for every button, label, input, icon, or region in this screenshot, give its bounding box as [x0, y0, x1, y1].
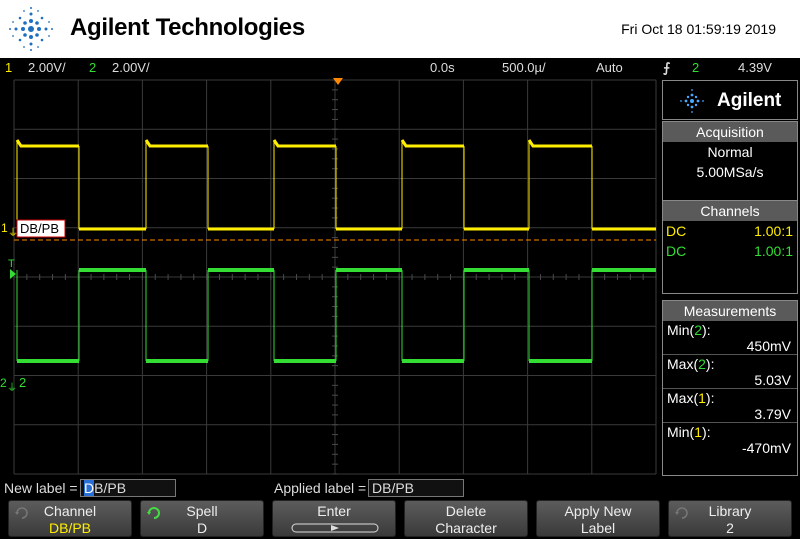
softkey-line2: D — [196, 520, 208, 536]
measurements-title: Measurements — [663, 301, 797, 321]
agilent-small-logo-icon — [680, 89, 704, 113]
measurement-value: 5.03V — [754, 372, 791, 388]
measurement-value: -470mV — [741, 440, 791, 456]
new-label-rest: B/PB — [94, 480, 127, 496]
measurement-item: Max(2): 5.03V — [663, 355, 797, 389]
softkey-line1: Library — [708, 503, 752, 519]
trigger-source[interactable]: 2 — [692, 60, 699, 75]
ch2-waveform-edges — [16, 270, 593, 361]
trigger-marker-t[interactable]: T — [8, 258, 15, 270]
applied-label-field: DB/PB — [368, 479, 464, 497]
softkey-apply-new-label[interactable]: Apply New Label — [536, 500, 660, 537]
ch2-probe: 1.00:1 — [754, 243, 793, 259]
trigger-level[interactable]: 4.39V — [738, 60, 772, 75]
side-panel: Agilent Acquisition Normal 5.00MSa/s Cha… — [660, 78, 800, 476]
softkey-line2: 2 — [726, 520, 734, 536]
ch1-ground-icon: ⏚ — [8, 227, 18, 239]
ch1-ground-marker[interactable]: 1 — [1, 221, 8, 235]
ch1-label[interactable]: DB/PB — [20, 221, 59, 236]
datetime: Fri Oct 18 01:59:19 2019 — [621, 21, 776, 37]
softkey-line1: Channel — [43, 503, 97, 519]
enter-arrow-icon — [291, 523, 379, 533]
applied-label-value: DB/PB — [372, 480, 415, 496]
trigger-mode[interactable]: Auto — [596, 60, 623, 75]
measurement-item: Max(1): 3.79V — [663, 389, 797, 423]
measurement-value: 450mV — [746, 338, 791, 354]
measurement-name: Max(1): — [667, 390, 715, 406]
softkey-line2: DB/PB — [48, 520, 91, 536]
ch2-number[interactable]: 2 — [89, 60, 96, 75]
status-bar: 1 2.00V/ 2 2.00V/ 0.0s 500.0µ/ Auto ⨍ 2 … — [0, 58, 800, 78]
time-delay[interactable]: 0.0s — [430, 60, 455, 75]
softkey-line1: Enter — [317, 503, 351, 519]
softkey-enter[interactable]: Enter — [272, 500, 396, 537]
label-cursor: D — [84, 480, 95, 496]
waveform-display[interactable]: DB/PB 1 ⏚ T 2 ⏚ 2 — [0, 78, 660, 476]
time-scale[interactable]: 500.0µ/ — [502, 60, 546, 75]
softkey-line2: Label — [580, 520, 616, 536]
ch2-ground-marker[interactable]: 2 — [0, 376, 7, 390]
agilent-spark-logo-icon — [9, 7, 53, 51]
acquisition-rate: 5.00MSa/s — [696, 164, 764, 180]
measurement-item: Min(1): -470mV — [663, 423, 797, 457]
channel-row-1: DC 1.00:1 — [663, 221, 797, 241]
trigger-edge-icon: ⨍ — [663, 60, 671, 75]
softkey-bar: Channel DB/PB Spell D Enter Delete Chara… — [0, 498, 800, 539]
ch1-probe: 1.00:1 — [754, 223, 793, 239]
new-label-caption: New label = — [4, 480, 78, 496]
new-label-field[interactable]: DB/PB — [80, 479, 176, 497]
softkey-library[interactable]: Library 2 — [668, 500, 792, 537]
ch2-scale[interactable]: 2.00V/ — [112, 60, 150, 75]
measurement-name: Min(1): — [667, 424, 711, 440]
ch1-scale[interactable]: 2.00V/ — [28, 60, 66, 75]
panel-brand-name: Agilent — [717, 90, 782, 111]
ch2-ground-icon: ⏚ — [7, 382, 17, 394]
softkey-channel[interactable]: Channel DB/PB — [8, 500, 132, 537]
softkey-line1: Spell — [186, 503, 218, 519]
softkey-line2: Character — [435, 520, 497, 536]
measurement-item: Min(2): 450mV — [663, 321, 797, 355]
ch1-coupling: DC — [666, 223, 687, 239]
ch2-label[interactable]: 2 — [19, 375, 26, 390]
softkey-delete-character[interactable]: Delete Character — [404, 500, 528, 537]
channels-title: Channels — [663, 201, 797, 221]
ch1-waveform-edges — [16, 140, 593, 229]
acquisition-mode: Normal — [707, 144, 753, 160]
applied-label-caption: Applied label = — [274, 480, 367, 496]
acquisition-box[interactable]: Acquisition Normal 5.00MSa/s — [662, 121, 798, 201]
measurements-box[interactable]: Measurements Min(2): 450mV Max(2): 5.03V… — [662, 300, 798, 476]
header: Agilent Technologies Fri Oct 18 01:59:19… — [0, 0, 800, 58]
panel-brand: Agilent — [662, 80, 798, 120]
ch1-number[interactable]: 1 — [5, 60, 12, 75]
softkey-line1: Delete — [445, 503, 487, 519]
softkey-spell[interactable]: Spell D — [140, 500, 264, 537]
label-bar: New label = DB/PB Applied label = DB/PB — [0, 478, 800, 498]
measurement-value: 3.79V — [754, 406, 791, 422]
waveform-svg: DB/PB 1 ⏚ T 2 ⏚ 2 — [0, 78, 657, 475]
brand-name: Agilent Technologies — [70, 14, 305, 41]
measurement-name: Max(2): — [667, 356, 715, 372]
softkey-line1: Apply New — [564, 503, 632, 519]
acquisition-title: Acquisition — [663, 122, 797, 142]
channel-row-2: DC 1.00:1 — [663, 241, 797, 261]
measurement-name: Min(2): — [667, 322, 711, 338]
ch2-coupling: DC — [666, 243, 687, 259]
channels-box[interactable]: Channels DC 1.00:1 DC 1.00:1 — [662, 200, 798, 294]
